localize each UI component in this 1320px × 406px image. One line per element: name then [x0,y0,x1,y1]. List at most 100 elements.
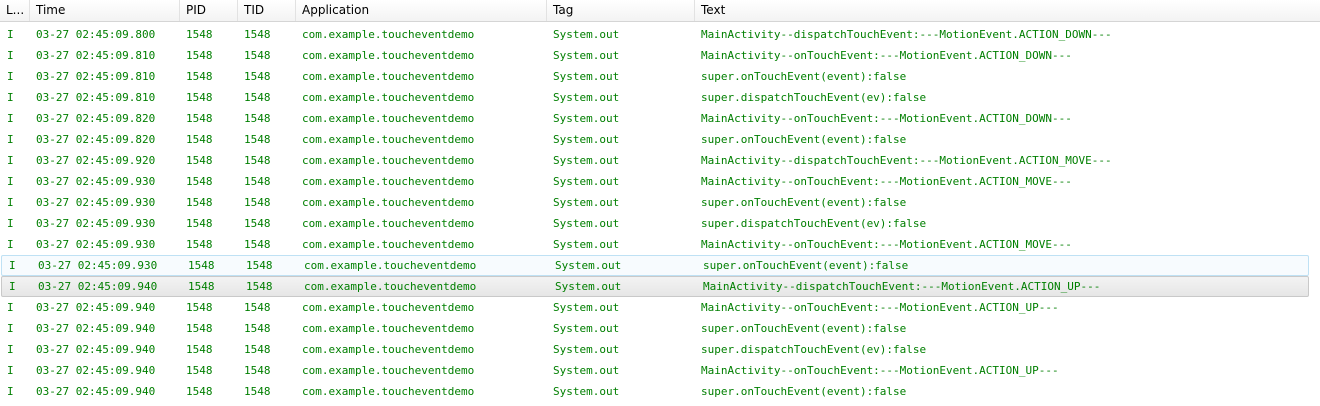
log-level: I [7,70,14,83]
log-row[interactable]: I 03-27 02:45:09.810 1548 1548 com.example.t… [0,87,1320,108]
log-row[interactable]: I 03-27 02:45:09.940 1548 1548 com.example.t… [0,339,1320,360]
log-row[interactable]: I 03-27 02:45:09.930 1548 1548 com.example.t… [0,192,1320,213]
log-level: I [7,196,14,209]
log-tid: 1548 [246,280,273,293]
log-time: 03-27 02:45:09.940 [36,322,156,335]
log-text: super.dispatchTouchEvent(ev):false [701,217,927,230]
log-text: MainActivity--onTouchEvent:---MotionEven… [701,364,1059,377]
log-tid: 1548 [244,322,271,335]
log-time: 03-27 02:45:09.820 [36,112,156,125]
log-row[interactable]: I 03-27 02:45:09.930 1548 1548 com.example.t… [0,171,1320,192]
log-text: super.onTouchEvent(event):false [701,133,907,146]
log-row[interactable]: I 03-27 02:45:09.810 1548 1548 com.example.t… [0,66,1320,87]
log-time: 03-27 02:45:09.940 [36,301,156,314]
log-time: 03-27 02:45:09.940 [38,280,158,293]
log-pid: 1548 [186,385,213,398]
logcat-table: L... Time PID TID Application Tag Text I… [0,0,1320,406]
column-header-text[interactable]: Text [695,0,1306,21]
log-level: I [9,280,16,293]
log-application: com.example.toucheventdemo [302,385,475,398]
log-tid: 1548 [244,154,271,167]
log-time: 03-27 02:45:09.940 [36,343,156,356]
column-header-time[interactable]: Time [30,0,180,21]
log-row[interactable]: I 03-27 02:45:09.940 1548 1548 com.example.t… [0,360,1320,381]
column-header-tag[interactable]: Tag [547,0,695,21]
log-text: MainActivity--onTouchEvent:---MotionEven… [701,112,1072,125]
log-tag: System.out [553,70,620,83]
log-level: I [7,133,14,146]
log-row[interactable]: I 03-27 02:45:09.930 1548 1548 com.example.t… [0,234,1320,255]
log-level: I [7,301,14,314]
log-time: 03-27 02:45:09.920 [36,154,156,167]
log-row[interactable]: I 03-27 02:45:09.930 1548 1548 com.example.t… [0,213,1320,234]
log-tid: 1548 [244,301,271,314]
log-level: I [7,49,14,62]
log-text: super.dispatchTouchEvent(ev):false [701,91,927,104]
log-level: I [7,28,14,41]
column-header-application[interactable]: Application [296,0,547,21]
log-row[interactable]: I 03-27 02:45:09.940 1548 1548 com.example.t… [0,318,1320,339]
log-tid: 1548 [244,385,271,398]
log-application: com.example.toucheventdemo [304,259,477,272]
log-row[interactable]: I 03-27 02:45:09.940 1548 1548 com.example.t… [0,381,1320,402]
log-application: com.example.toucheventdemo [302,322,475,335]
log-pid: 1548 [188,259,215,272]
log-tid: 1548 [246,259,273,272]
log-application: com.example.toucheventdemo [302,49,475,62]
table-header: L... Time PID TID Application Tag Text [0,0,1306,22]
log-tid: 1548 [244,91,271,104]
log-pid: 1548 [186,28,213,41]
log-tag: System.out [553,28,620,41]
log-row[interactable]: I 03-27 02:45:09.800 1548 1548 com.example.t… [0,24,1320,45]
log-row[interactable]: I 03-27 02:45:09.820 1548 1548 com.example.t… [0,129,1320,150]
log-application: com.example.toucheventdemo [302,133,475,146]
log-pid: 1548 [186,175,213,188]
log-time: 03-27 02:45:09.800 [36,28,156,41]
log-row[interactable]: I 03-27 02:45:09.820 1548 1548 com.example.t… [0,108,1320,129]
log-pid: 1548 [186,322,213,335]
log-row[interactable]: I 03-27 02:45:09.920 1548 1548 com.example.t… [0,150,1320,171]
log-tag: System.out [553,217,620,230]
log-text: MainActivity--dispatchTouchEvent:---Moti… [701,154,1112,167]
log-level: I [7,238,14,251]
log-time: 03-27 02:45:09.930 [38,259,158,272]
log-level: I [7,385,14,398]
log-tid: 1548 [244,133,271,146]
log-tid: 1548 [244,364,271,377]
log-tag: System.out [553,196,620,209]
log-text: super.dispatchTouchEvent(ev):false [701,343,927,356]
column-header-level[interactable]: L... [0,0,30,21]
log-application: com.example.toucheventdemo [302,175,475,188]
log-level: I [7,154,14,167]
log-tag: System.out [553,343,620,356]
log-tid: 1548 [244,196,271,209]
log-rows: I 03-27 02:45:09.800 1548 1548 com.example.t… [0,24,1320,402]
log-tag: System.out [553,175,620,188]
log-pid: 1548 [186,154,213,167]
log-application: com.example.toucheventdemo [302,91,475,104]
log-row[interactable]: I 03-27 02:45:09.930 1548 1548 com.example.t… [1,255,1309,276]
log-application: com.example.toucheventdemo [302,364,475,377]
log-text: MainActivity--onTouchEvent:---MotionEven… [701,175,1072,188]
column-header-tid[interactable]: TID [238,0,296,21]
log-tag: System.out [555,280,622,293]
log-pid: 1548 [186,91,213,104]
column-header-pid[interactable]: PID [180,0,238,21]
log-text: super.onTouchEvent(event):false [701,385,907,398]
log-row[interactable]: I 03-27 02:45:09.940 1548 1548 com.example.t… [1,276,1309,297]
log-row[interactable]: I 03-27 02:45:09.940 1548 1548 com.example.t… [0,297,1320,318]
log-pid: 1548 [186,49,213,62]
log-text: super.onTouchEvent(event):false [701,196,907,209]
log-time: 03-27 02:45:09.930 [36,217,156,230]
log-row[interactable]: I 03-27 02:45:09.810 1548 1548 com.example.t… [0,45,1320,66]
log-tag: System.out [553,364,620,377]
log-time: 03-27 02:45:09.930 [36,175,156,188]
log-text: super.onTouchEvent(event):false [703,259,909,272]
log-pid: 1548 [186,238,213,251]
log-tag: System.out [553,322,620,335]
log-application: com.example.toucheventdemo [302,217,475,230]
log-time: 03-27 02:45:09.930 [36,196,156,209]
log-application: com.example.toucheventdemo [302,238,475,251]
log-tid: 1548 [244,28,271,41]
log-time: 03-27 02:45:09.810 [36,91,156,104]
